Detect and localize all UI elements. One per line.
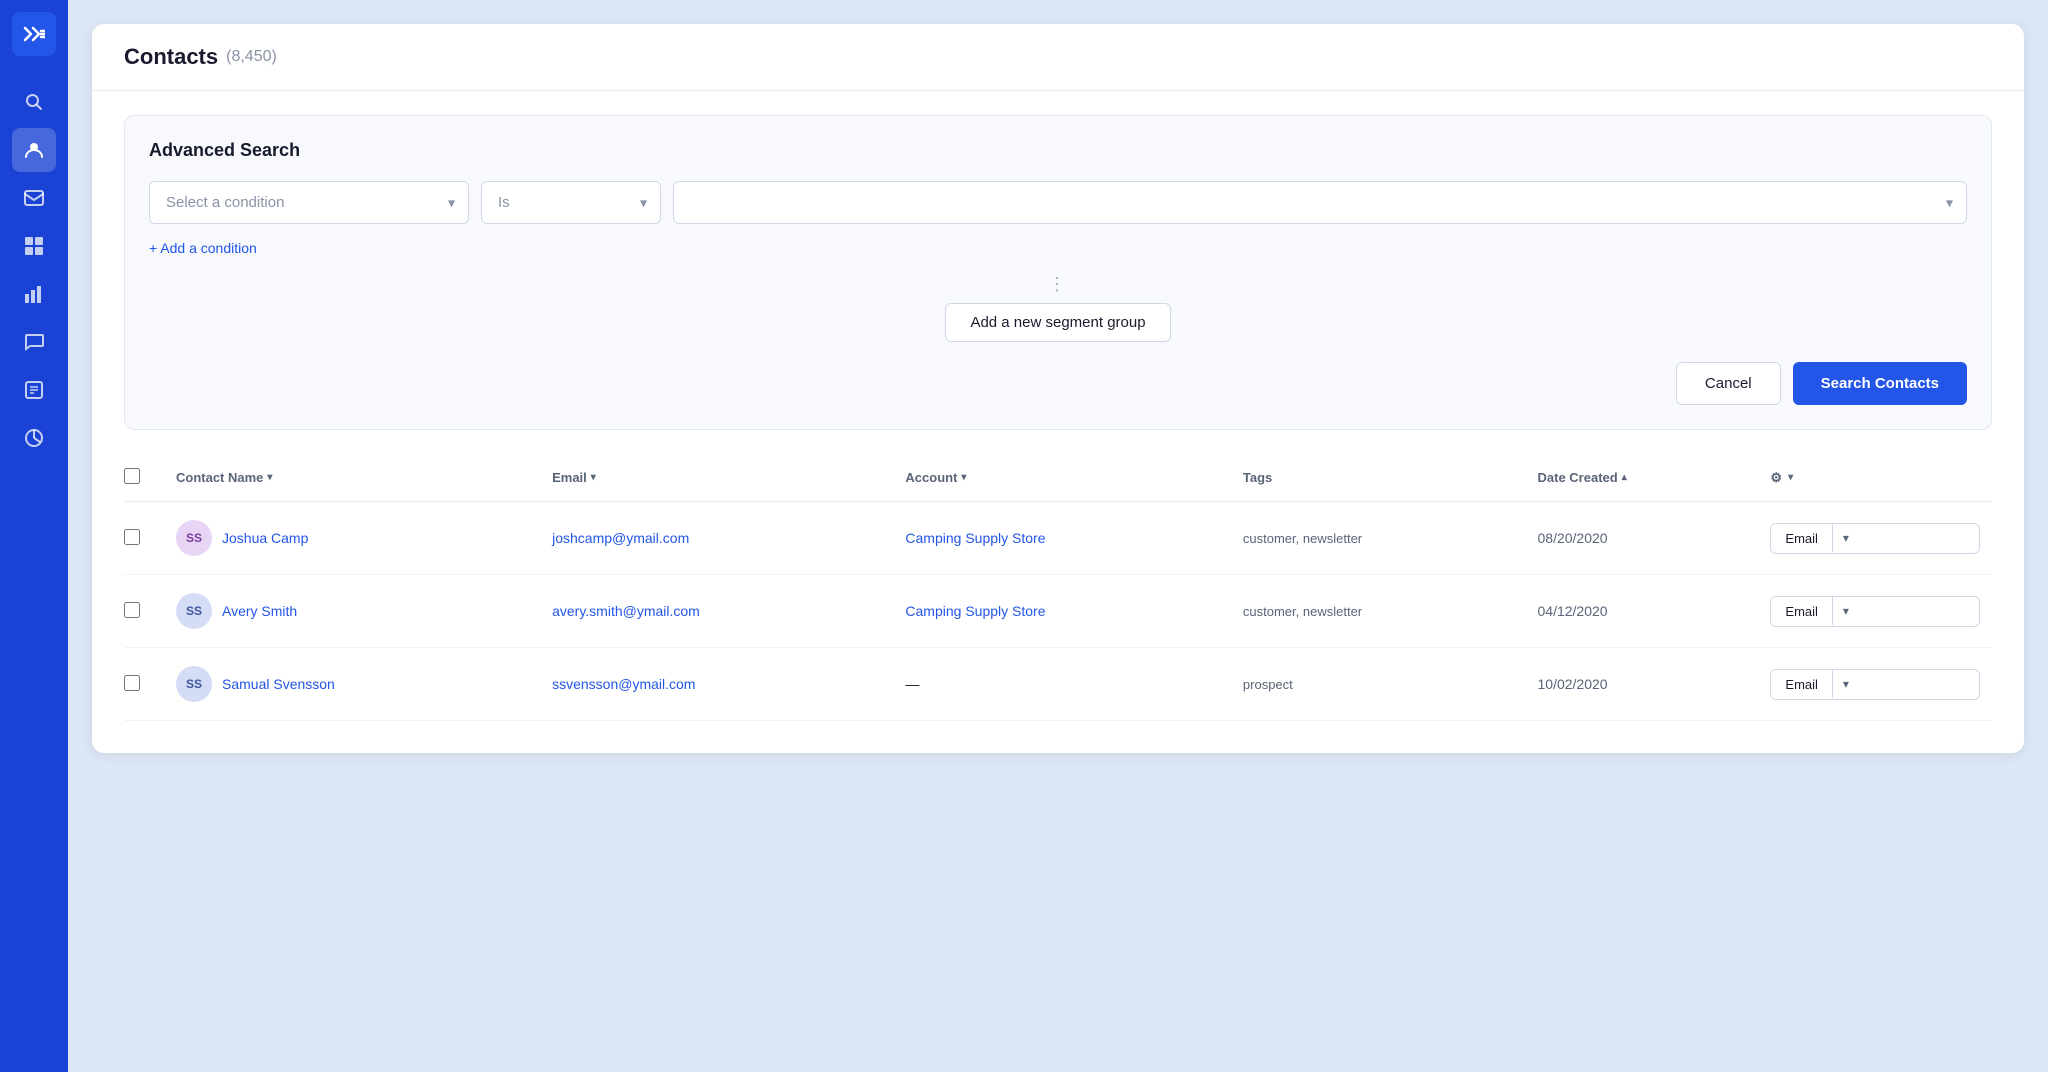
th-date-created[interactable]: Date Created ▴ <box>1526 454 1759 502</box>
table-row: SS Avery Smith avery.smith@ymail.com Cam… <box>124 575 1992 648</box>
contact-name-link[interactable]: Samual Svensson <box>222 676 335 692</box>
sidebar-item-analytics[interactable] <box>12 416 56 460</box>
row-checkbox-cell <box>124 502 164 575</box>
contact-name-link[interactable]: Avery Smith <box>222 603 297 619</box>
th-account[interactable]: Account ▾ <box>893 454 1231 502</box>
add-segment-button[interactable]: Add a new segment group <box>945 303 1170 342</box>
sidebar-item-forms[interactable] <box>12 368 56 412</box>
row-checkbox[interactable] <box>124 675 140 691</box>
sidebar-item-contacts[interactable] <box>12 128 56 172</box>
sidebar-item-messages[interactable] <box>12 320 56 364</box>
sidebar-item-reports[interactable] <box>12 272 56 316</box>
value-select-wrapper <box>673 181 1967 224</box>
email-link[interactable]: joshcamp@ymail.com <box>552 530 689 546</box>
value-select[interactable] <box>673 181 1967 224</box>
sidebar-item-search[interactable] <box>12 80 56 124</box>
account-sort-icon: ▾ <box>961 472 966 483</box>
account-cell: — <box>893 648 1231 721</box>
action-cell: Email ▾ <box>1758 502 1992 575</box>
select-all-checkbox[interactable] <box>124 468 140 484</box>
th-contact-name[interactable]: Contact Name ▾ <box>164 454 540 502</box>
sidebar <box>0 0 68 1072</box>
action-cell: Email ▾ <box>1758 648 1992 721</box>
account-link[interactable]: Camping Supply Store <box>905 603 1045 619</box>
th-actions[interactable]: ⚙ ▾ <box>1758 454 1992 502</box>
row-checkbox[interactable] <box>124 529 140 545</box>
page-title: Contacts <box>124 44 218 70</box>
account-cell: Camping Supply Store <box>893 502 1231 575</box>
action-main-button[interactable]: Email <box>1771 524 1832 553</box>
table-row: SS Joshua Camp joshcamp@ymail.com Campin… <box>124 502 1992 575</box>
account-link[interactable]: Camping Supply Store <box>905 530 1045 546</box>
date-cell: 08/20/2020 <box>1526 502 1759 575</box>
account-cell: Camping Supply Store <box>893 575 1231 648</box>
email-sort-icon: ▾ <box>591 472 596 483</box>
date-cell: 10/02/2020 <box>1526 648 1759 721</box>
condition-row: Select a condition Contact Name Email Ac… <box>149 181 1967 224</box>
advanced-search-title: Advanced Search <box>149 140 1967 161</box>
email-link[interactable]: ssvensson@ymail.com <box>552 676 695 692</box>
sidebar-item-segments[interactable] <box>12 224 56 268</box>
sidebar-logo[interactable] <box>0 0 68 68</box>
select-all-cell <box>124 454 164 502</box>
action-dropdown-button[interactable]: ▾ <box>1832 670 1859 698</box>
table-row: SS Samual Svensson ssvensson@ymail.com —… <box>124 648 1992 721</box>
add-condition-link[interactable]: + Add a condition <box>149 240 257 256</box>
contact-name-link[interactable]: Joshua Camp <box>222 530 308 546</box>
email-cell: ssvensson@ymail.com <box>540 648 893 721</box>
cancel-button[interactable]: Cancel <box>1676 362 1781 405</box>
contact-count: (8,450) <box>226 48 277 66</box>
search-contacts-button[interactable]: Search Contacts <box>1793 362 1967 405</box>
tags-cell: customer, newsletter <box>1231 575 1526 648</box>
table-body: SS Joshua Camp joshcamp@ymail.com Campin… <box>124 502 1992 721</box>
email-link[interactable]: avery.smith@ymail.com <box>552 603 700 619</box>
row-checkbox[interactable] <box>124 602 140 618</box>
gear-sort-icon: ▾ <box>1788 472 1793 483</box>
tags-cell: prospect <box>1231 648 1526 721</box>
segment-divider: ⋮ <box>149 274 1967 295</box>
table-header-row: Contact Name ▾ Email ▾ A <box>124 454 1992 502</box>
avatar: SS <box>176 593 212 629</box>
date-sort-icon: ▴ <box>1622 472 1627 483</box>
sidebar-item-email[interactable] <box>12 176 56 220</box>
contact-name-cell: SS Avery Smith <box>164 575 540 648</box>
account-link: — <box>905 676 919 692</box>
main-wrapper: Contacts (8,450) Advanced Search Select … <box>68 0 2048 1072</box>
page-header: Contacts (8,450) <box>92 24 2024 91</box>
gear-icon: ⚙ <box>1770 470 1782 486</box>
contacts-table-section: Contact Name ▾ Email ▾ A <box>92 454 2024 753</box>
sidebar-nav <box>0 80 68 460</box>
advanced-search-section: Advanced Search Select a condition Conta… <box>124 115 1992 430</box>
contact-name-cell: SS Joshua Camp <box>164 502 540 575</box>
avatar: SS <box>176 520 212 556</box>
condition-select[interactable]: Select a condition Contact Name Email Ac… <box>149 181 469 224</box>
row-checkbox-cell <box>124 648 164 721</box>
content-card: Contacts (8,450) Advanced Search Select … <box>92 24 2024 753</box>
date-cell: 04/12/2020 <box>1526 575 1759 648</box>
condition-select-wrapper: Select a condition Contact Name Email Ac… <box>149 181 469 224</box>
contact-name-cell: SS Samual Svensson <box>164 648 540 721</box>
action-dropdown-button[interactable]: ▾ <box>1832 524 1859 552</box>
search-actions: Cancel Search Contacts <box>149 362 1967 405</box>
action-main-button[interactable]: Email <box>1771 670 1832 699</box>
action-dropdown-button[interactable]: ▾ <box>1832 597 1859 625</box>
email-cell: avery.smith@ymail.com <box>540 575 893 648</box>
tags-cell: customer, newsletter <box>1231 502 1526 575</box>
action-cell: Email ▾ <box>1758 575 1992 648</box>
contacts-table: Contact Name ▾ Email ▾ A <box>124 454 1992 721</box>
row-checkbox-cell <box>124 575 164 648</box>
logo-icon <box>12 12 56 56</box>
contact-name-sort-icon: ▾ <box>267 472 272 483</box>
avatar: SS <box>176 666 212 702</box>
operator-select-wrapper: Is Is not Contains Does not contain <box>481 181 661 224</box>
operator-select[interactable]: Is Is not Contains Does not contain <box>481 181 661 224</box>
th-email[interactable]: Email ▾ <box>540 454 893 502</box>
action-main-button[interactable]: Email <box>1771 597 1832 626</box>
th-tags: Tags <box>1231 454 1526 502</box>
email-cell: joshcamp@ymail.com <box>540 502 893 575</box>
